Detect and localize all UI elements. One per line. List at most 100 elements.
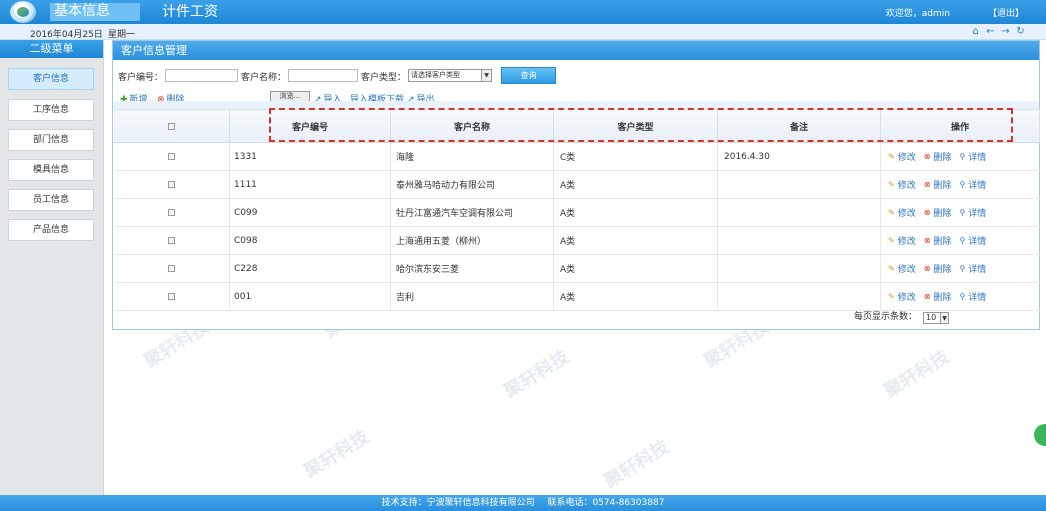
delete-link[interactable]: ⊗ 删除 (924, 262, 952, 275)
nav-tab-piece-wage[interactable]: 计件工资 (162, 4, 218, 20)
delete-x-icon: ⊗ (923, 292, 931, 301)
delete-link[interactable]: ⊗ 删除 (924, 290, 952, 303)
detail-link[interactable]: ⚲ 详情 (959, 178, 986, 191)
row-checkbox-cell (114, 143, 230, 170)
chevron-down-icon: ▼ (940, 313, 948, 323)
magnifier-icon: ⚲ (959, 236, 966, 245)
edit-link[interactable]: ✎ 修改 (888, 262, 916, 275)
note-cell (718, 255, 881, 282)
customer-type-label: 客户类型： (361, 73, 407, 83)
delete-link[interactable]: ⊗ 删除 (924, 206, 952, 219)
date-bar: 2016年04月25日 星期一 ⌂ ← → ↻ (0, 24, 1046, 40)
pencil-icon: ✎ (888, 152, 895, 161)
row-checkbox[interactable] (168, 153, 175, 160)
row-checkbox[interactable] (168, 209, 175, 216)
chevron-down-icon: ▼ (481, 70, 491, 81)
row-checkbox[interactable] (168, 293, 175, 300)
customer-table: 客户编号 客户名称 客户类型 备注 操作 1331 海隆 C类 2016.4.30 ✎ 修… (114, 109, 1040, 311)
customer-code-cell: C228 (230, 255, 391, 282)
magnifier-icon: ⚲ (959, 180, 966, 189)
nav-tab-basic-info[interactable]: 基本信息 (50, 3, 140, 21)
detail-link[interactable]: ⚲ 详情 (959, 206, 986, 219)
floating-chat-icon[interactable] (1034, 424, 1046, 446)
select-all-checkbox[interactable] (168, 122, 175, 130)
pencil-icon: ✎ (888, 208, 895, 217)
customer-name-cell: 泰州雅马哈动力有限公司 (391, 171, 554, 198)
company-logo-icon (10, 1, 36, 23)
edit-link[interactable]: ✎ 修改 (888, 290, 916, 303)
row-checkbox[interactable] (168, 237, 175, 244)
customer-type-select[interactable]: 请选择客户类型 ▼ (408, 69, 492, 82)
pencil-icon: ✎ (888, 236, 895, 245)
edit-link[interactable]: ✎ 修改 (888, 206, 916, 219)
table-body: 1331 海隆 C类 2016.4.30 ✎ 修改 ⊗ 删除 ⚲ 详情 1111 泰州雅马哈动力有限公… (114, 143, 1040, 311)
table-row: 001 吉利 A类 ✎ 修改 ⊗ 删除 ⚲ 详情 (114, 283, 1040, 311)
sidebar-item-department[interactable]: 部门信息 (8, 129, 94, 151)
page-size-label: 每页显示条数： (853, 312, 917, 322)
back-arrow-icon[interactable]: ← (985, 26, 996, 37)
table-row: C098 上海通用五菱（柳州） A类 ✎ 修改 ⊗ 删除 ⚲ 详情 (114, 227, 1040, 255)
pencil-icon: ✎ (888, 180, 895, 189)
delete-x-icon: ⊗ (923, 236, 931, 245)
footer: 技术支持：宁波聚轩信息科技有限公司 联系电话：0574-86303887 (0, 495, 1046, 511)
delete-link[interactable]: ⊗ 删除 (924, 178, 952, 191)
detail-link[interactable]: ⚲ 详情 (959, 262, 986, 275)
customer-type-cell: A类 (554, 227, 718, 254)
header-customer-type: 客户类型 (554, 110, 718, 142)
customer-management-panel: 客户信息管理 客户编号： 客户名称： 客户类型： 请选择客户类型 ▼ 查询 ✚ 新… (112, 40, 1040, 330)
customer-name-cell: 上海通用五菱（柳州） (391, 227, 554, 254)
customer-code-cell: C098 (230, 227, 391, 254)
customer-name-cell: 吉利 (391, 283, 554, 310)
header-customer-name: 客户名称 (391, 110, 554, 142)
actions-cell: ✎ 修改 ⊗ 删除 ⚲ 详情 (881, 283, 1040, 310)
customer-code-cell: 1331 (230, 143, 391, 170)
detail-link[interactable]: ⚲ 详情 (959, 290, 986, 303)
actions-cell: ✎ 修改 ⊗ 删除 ⚲ 详情 (881, 199, 1040, 226)
row-checkbox-cell (114, 199, 230, 226)
row-checkbox[interactable] (168, 265, 175, 272)
row-checkbox-cell (114, 171, 230, 198)
page-size-select[interactable]: 10 ▼ (923, 312, 949, 324)
actions-cell: ✎ 修改 ⊗ 删除 ⚲ 详情 (881, 255, 1040, 282)
sidebar-item-process[interactable]: 工序信息 (8, 99, 94, 121)
delete-link[interactable]: ⊗ 删除 (924, 150, 952, 163)
delete-x-icon: ⊗ (923, 208, 931, 217)
detail-link[interactable]: ⚲ 详情 (959, 234, 986, 247)
customer-type-cell: C类 (554, 143, 718, 170)
edit-link[interactable]: ✎ 修改 (888, 178, 916, 191)
row-checkbox[interactable] (168, 181, 175, 188)
sidebar-item-employee[interactable]: 员工信息 (8, 189, 94, 211)
row-checkbox-cell (114, 227, 230, 254)
contact-phone-text: 联系电话：0574-86303887 (547, 498, 665, 508)
sidebar-item-mold[interactable]: 模具信息 (8, 159, 94, 181)
delete-x-icon: ⊗ (923, 180, 931, 189)
refresh-icon[interactable]: ↻ (1015, 26, 1026, 37)
search-bar: 客户编号： 客户名称： 客户类型： 请选择客户类型 ▼ 查询 (118, 67, 1018, 84)
pencil-icon: ✎ (888, 292, 895, 301)
sidebar-item-customer[interactable]: 客户信息 (8, 68, 94, 90)
customer-type-selected: 请选择客户类型 (411, 71, 460, 79)
magnifier-icon: ⚲ (959, 208, 966, 217)
watermark: 聚轩科技 (880, 346, 953, 403)
logout-link[interactable]: 【退出】 (988, 6, 1024, 19)
table-row: C099 牡丹江富通汽车空调有限公司 A类 ✎ 修改 ⊗ 删除 ⚲ 详情 (114, 199, 1040, 227)
customer-type-cell: A类 (554, 199, 718, 226)
welcome-text: 欢迎您，admin (885, 9, 950, 19)
customer-code-input[interactable] (165, 69, 238, 82)
delete-x-icon: ⊗ (923, 152, 931, 161)
actions-cell: ✎ 修改 ⊗ 删除 ⚲ 详情 (881, 227, 1040, 254)
header-customer-code: 客户编号 (230, 110, 391, 142)
query-button[interactable]: 查询 (501, 67, 556, 84)
delete-link[interactable]: ⊗ 删除 (924, 234, 952, 247)
customer-name-label: 客户名称： (241, 73, 287, 83)
forward-arrow-icon[interactable]: → (1000, 26, 1011, 37)
delete-x-icon: ⊗ (923, 264, 931, 273)
edit-link[interactable]: ✎ 修改 (888, 150, 916, 163)
watermark: 聚轩科技 (600, 436, 673, 493)
edit-link[interactable]: ✎ 修改 (888, 234, 916, 247)
toolbar-divider (113, 101, 1039, 109)
home-icon[interactable]: ⌂ (970, 26, 981, 37)
sidebar-item-product[interactable]: 产品信息 (8, 219, 94, 241)
detail-link[interactable]: ⚲ 详情 (959, 150, 986, 163)
customer-name-input[interactable] (288, 69, 358, 82)
